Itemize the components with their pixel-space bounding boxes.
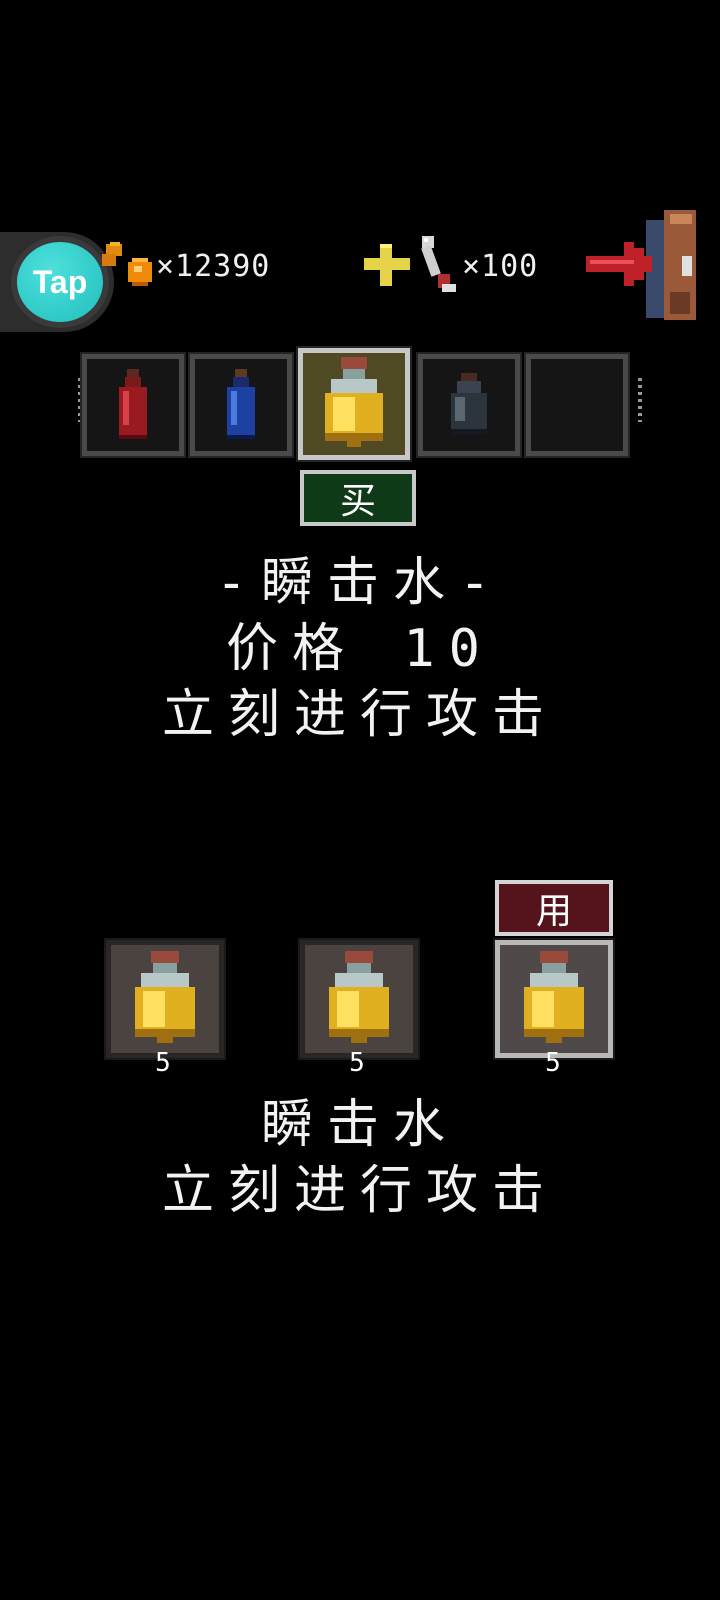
inventory-count-2: 5 [349,1048,365,1078]
shop-slot-4[interactable] [416,352,522,458]
yellow-potion-icon [524,951,584,1043]
gold-count: ×12390 [156,249,271,284]
shop-slot-3[interactable] [296,346,412,462]
tap-logo-label: Tap [17,242,103,322]
inventory-count-3: 5 [545,1048,561,1078]
inventory-slot-3[interactable] [493,938,615,1060]
dark-potion-icon [451,373,487,435]
inventory-item-description: 立刻进行攻击 [161,1161,558,1221]
yellow-potion-icon [329,951,389,1043]
gold-coins-icon [102,242,152,286]
blue-potion-icon [227,369,255,439]
inventory-item-name: 瞬击水 [260,1095,459,1155]
exit-door-icon[interactable] [586,206,704,324]
shop-slot-5[interactable] [524,352,630,458]
use-button[interactable]: 用 [495,880,613,936]
shop-slot-1[interactable] [80,352,186,458]
yellow-potion-icon [325,357,383,447]
shop-item-title: -瞬击水- [215,553,505,613]
shop-slot-2[interactable] [188,352,294,458]
shop-item-description: 立刻进行攻击 [161,685,558,745]
shop-right-handle [638,378,642,422]
inventory-slot-1[interactable] [104,938,226,1060]
inventory-count-1: 5 [155,1048,171,1078]
buy-button[interactable]: 买 [300,470,416,526]
shop-price: 价格 10 [226,619,494,679]
yellow-potion-icon [135,951,195,1043]
gem-count: ×100 [462,249,539,284]
inventory-slot-2[interactable] [298,938,420,1060]
plus-icon[interactable] [362,242,412,288]
bone-key-icon [421,236,456,292]
red-potion-icon [119,369,147,439]
tap-logo-button[interactable]: Tap [11,236,109,328]
